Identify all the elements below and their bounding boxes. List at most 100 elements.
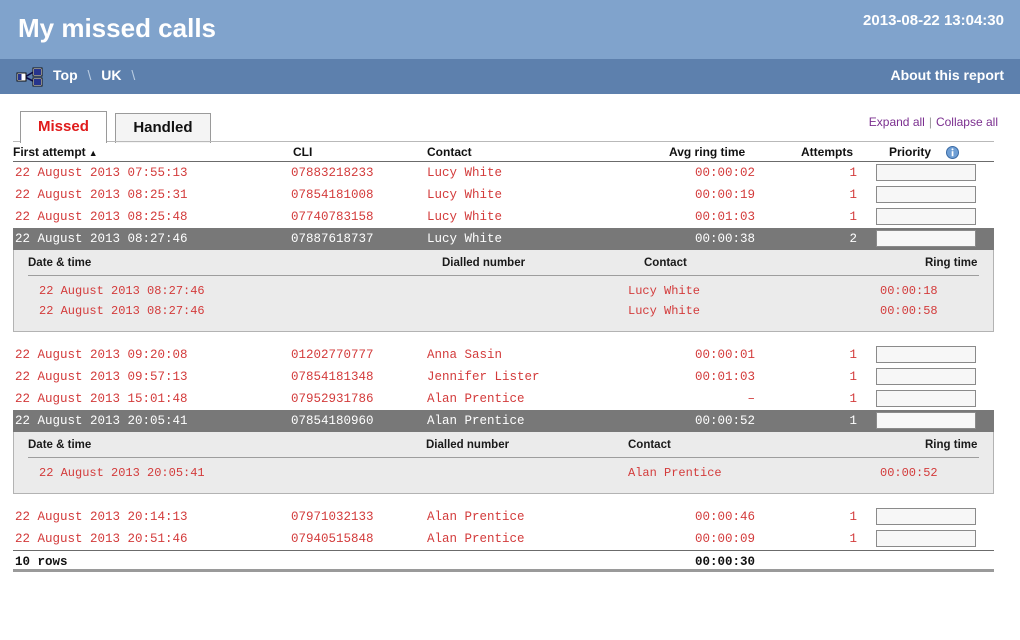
subcolumn-header-ring-time: Ring time bbox=[925, 257, 977, 269]
column-header-contact[interactable]: Contact bbox=[427, 145, 472, 159]
subcell-contact: Lucy White bbox=[628, 304, 700, 318]
cell-cli: 07854180960 bbox=[291, 414, 374, 428]
subcell-ring-time: 00:00:18 bbox=[880, 284, 938, 298]
cell-avg-ring-time: 00:01:03 bbox=[643, 210, 755, 224]
row-group-gap bbox=[13, 494, 994, 506]
breadcrumb-item-uk[interactable]: UK bbox=[101, 67, 121, 83]
info-icon[interactable] bbox=[946, 146, 959, 159]
priority-input[interactable] bbox=[876, 208, 976, 225]
cell-cli: 01202770777 bbox=[291, 348, 374, 362]
cell-contact: Lucy White bbox=[427, 210, 502, 224]
breadcrumb: Top \ UK \ bbox=[53, 67, 141, 83]
priority-input[interactable] bbox=[876, 230, 976, 247]
subcell-datetime: 22 August 2013 20:05:41 bbox=[39, 466, 205, 480]
table-header-row: First attempt▲ CLI Contact Avg ring time… bbox=[13, 141, 994, 162]
cell-first-attempt: 22 August 2013 08:27:46 bbox=[15, 232, 188, 246]
subcell-contact: Lucy White bbox=[628, 284, 700, 298]
priority-input[interactable] bbox=[876, 530, 976, 547]
subcell-datetime: 22 August 2013 08:27:46 bbox=[39, 304, 205, 318]
cell-contact: Anna Sasin bbox=[427, 348, 502, 362]
sort-ascending-icon: ▲ bbox=[89, 148, 98, 158]
priority-input[interactable] bbox=[876, 186, 976, 203]
page-header: My missed calls 2013-08-22 13:04:30 bbox=[0, 0, 1020, 59]
cell-cli: 07940515848 bbox=[291, 532, 374, 546]
cell-first-attempt: 22 August 2013 20:14:13 bbox=[15, 510, 188, 524]
table-row[interactable]: 22 August 2013 08:25:31 07854181008 Lucy… bbox=[13, 184, 994, 206]
breadcrumb-item-top[interactable]: Top bbox=[53, 67, 78, 83]
column-header-avg-ring-time[interactable]: Avg ring time bbox=[669, 145, 745, 159]
subtable-row[interactable]: 22 August 2013 20:05:41 Alan Prentice 00… bbox=[28, 463, 979, 483]
cell-avg-ring-time: 00:00:01 bbox=[643, 348, 755, 362]
cell-first-attempt: 22 August 2013 09:57:13 bbox=[15, 370, 188, 384]
subcolumn-header-contact: Contact bbox=[628, 439, 671, 451]
cell-cli: 07883218233 bbox=[291, 166, 374, 180]
cell-cli: 07952931786 bbox=[291, 392, 374, 406]
subtable-row[interactable]: 22 August 2013 08:27:46 Lucy White 00:00… bbox=[28, 281, 979, 301]
cell-contact: Alan Prentice bbox=[427, 414, 525, 428]
priority-input[interactable] bbox=[876, 164, 976, 181]
cell-avg-ring-time: – bbox=[643, 392, 755, 406]
table-row[interactable]: 22 August 2013 09:57:13 07854181348 Jenn… bbox=[13, 366, 994, 388]
expanded-detail-panel: Date & time Dialled number Contact Ring … bbox=[13, 250, 994, 332]
expanded-detail-panel: Date & time Dialled number Contact Ring … bbox=[13, 432, 994, 494]
table-row-selected[interactable]: 22 August 2013 20:05:41 07854180960 Alan… bbox=[13, 410, 994, 432]
cell-avg-ring-time: 00:00:52 bbox=[643, 414, 755, 428]
report-timestamp: 2013-08-22 13:04:30 bbox=[863, 12, 1004, 29]
cell-contact: Alan Prentice bbox=[427, 392, 525, 406]
subtable-header-row: Date & time Dialled number Contact Ring … bbox=[28, 250, 979, 276]
missed-calls-table: First attempt▲ CLI Contact Avg ring time… bbox=[13, 141, 994, 572]
cell-first-attempt: 22 August 2013 08:25:48 bbox=[15, 210, 188, 224]
cell-avg-ring-time: 00:01:03 bbox=[643, 370, 755, 384]
cell-avg-ring-time: 00:00:19 bbox=[643, 188, 755, 202]
table-row[interactable]: 22 August 2013 20:14:13 07971032133 Alan… bbox=[13, 506, 994, 528]
cell-attempts: 2 bbox=[803, 232, 857, 246]
tab-bar: Missed Handled bbox=[20, 111, 211, 141]
cell-contact: Alan Prentice bbox=[427, 510, 525, 524]
priority-input[interactable] bbox=[876, 412, 976, 429]
report-panel: Missed Handled Expand all|Collapse all F… bbox=[0, 94, 1020, 640]
column-header-first-attempt[interactable]: First attempt▲ bbox=[13, 145, 98, 159]
cell-attempts: 1 bbox=[803, 532, 857, 546]
subcell-datetime: 22 August 2013 08:27:46 bbox=[39, 284, 205, 298]
cell-cli: 07854181348 bbox=[291, 370, 374, 384]
cell-contact: Jennifer Lister bbox=[427, 370, 540, 384]
table-row[interactable]: 22 August 2013 20:51:46 07940515848 Alan… bbox=[13, 528, 994, 550]
priority-input[interactable] bbox=[876, 346, 976, 363]
table-row[interactable]: 22 August 2013 15:01:48 07952931786 Alan… bbox=[13, 388, 994, 410]
priority-input[interactable] bbox=[876, 508, 976, 525]
cell-attempts: 1 bbox=[803, 188, 857, 202]
subtable-row[interactable]: 22 August 2013 08:27:46 Lucy White 00:00… bbox=[28, 301, 979, 321]
column-header-attempts[interactable]: Attempts bbox=[801, 145, 853, 159]
cell-first-attempt: 22 August 2013 07:55:13 bbox=[15, 166, 188, 180]
table-row[interactable]: 22 August 2013 08:25:48 07740783158 Lucy… bbox=[13, 206, 994, 228]
priority-input[interactable] bbox=[876, 368, 976, 385]
subcolumn-header-dialled-number: Dialled number bbox=[426, 439, 509, 451]
expand-all-link[interactable]: Expand all bbox=[869, 115, 925, 129]
table-row[interactable]: 22 August 2013 07:55:13 07883218233 Lucy… bbox=[13, 162, 994, 184]
column-header-priority[interactable]: Priority bbox=[889, 145, 931, 159]
subtable-padding bbox=[14, 321, 993, 331]
subcell-ring-time: 00:00:52 bbox=[880, 466, 938, 480]
subcolumn-header-contact: Contact bbox=[644, 257, 687, 269]
priority-input[interactable] bbox=[876, 390, 976, 407]
table-footer-row: 10 rows 00:00:30 bbox=[13, 550, 994, 572]
tab-missed[interactable]: Missed bbox=[20, 111, 107, 143]
breadcrumb-separator: \ bbox=[131, 67, 135, 83]
cell-attempts: 1 bbox=[803, 414, 857, 428]
subcolumn-header-ring-time: Ring time bbox=[925, 439, 977, 451]
cell-first-attempt: 22 August 2013 09:20:08 bbox=[15, 348, 188, 362]
about-this-report-link[interactable]: About this report bbox=[890, 67, 1004, 83]
tab-handled[interactable]: Handled bbox=[115, 113, 210, 143]
collapse-all-link[interactable]: Collapse all bbox=[936, 115, 998, 129]
cell-attempts: 1 bbox=[803, 166, 857, 180]
footer-avg-ring-time: 00:00:30 bbox=[643, 555, 755, 569]
table-row[interactable]: 22 August 2013 09:20:08 01202770777 Anna… bbox=[13, 344, 994, 366]
cell-first-attempt: 22 August 2013 15:01:48 bbox=[15, 392, 188, 406]
subcell-contact: Alan Prentice bbox=[628, 466, 722, 480]
hierarchy-icon bbox=[16, 67, 44, 87]
column-header-cli[interactable]: CLI bbox=[293, 145, 312, 159]
table-row-selected[interactable]: 22 August 2013 08:27:46 07887618737 Lucy… bbox=[13, 228, 994, 250]
cell-avg-ring-time: 00:00:09 bbox=[643, 532, 755, 546]
cell-first-attempt: 22 August 2013 20:51:46 bbox=[15, 532, 188, 546]
cell-cli: 07740783158 bbox=[291, 210, 374, 224]
